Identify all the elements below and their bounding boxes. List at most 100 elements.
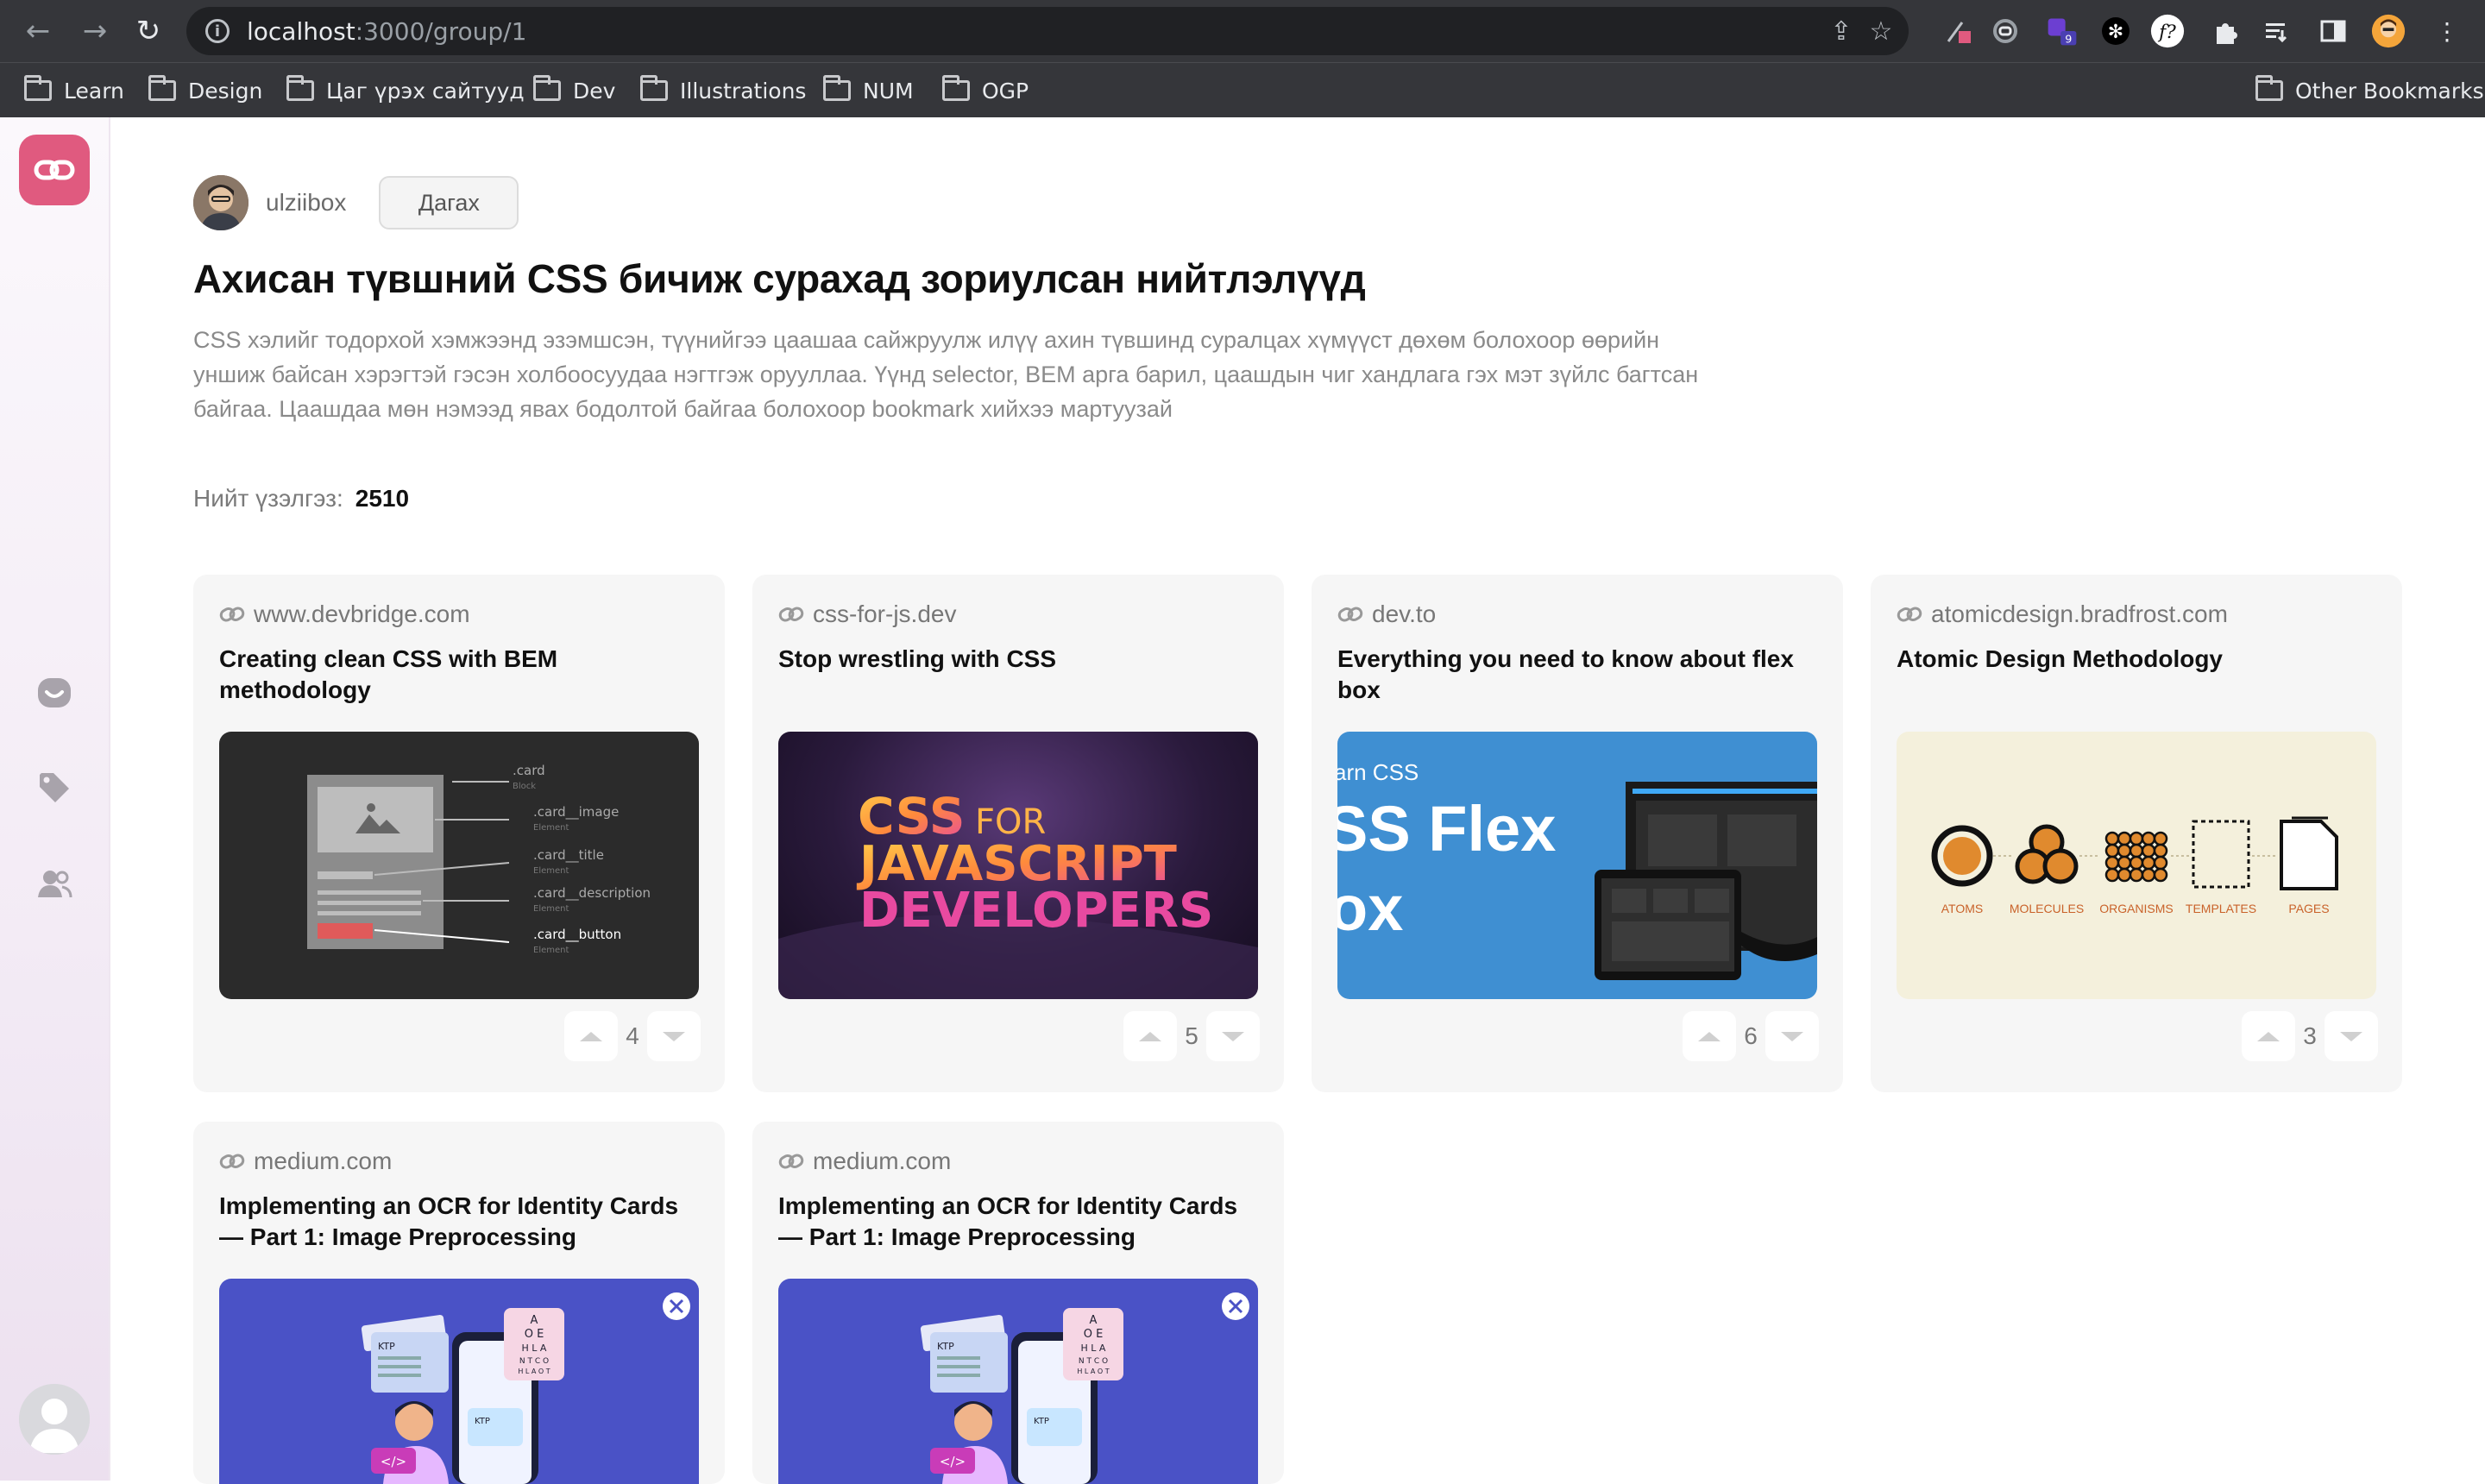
users-icon[interactable] [35, 865, 74, 904]
card-thumbnail[interactable]: KTP KTP A O E H L A N T C O H L A O T </… [219, 1279, 699, 1484]
chain-link-icon [34, 160, 75, 180]
thumb-text-box: ox [1337, 872, 1403, 944]
ocr-text-ktp: KTP [378, 1341, 395, 1352]
ocr-text-ktp-2: KTP [475, 1417, 490, 1426]
downvote-button[interactable] [1765, 1011, 1819, 1061]
owner-name[interactable]: ulziibox [266, 189, 346, 217]
address-url[interactable]: localhost:3000/group/1 [247, 17, 526, 46]
card-thumbnail[interactable]: ATOMS MOLECULES ORGANISMS TEMPLATES PAGE… [1897, 732, 2376, 999]
vote-controls: 5 [1123, 1011, 1260, 1061]
link-card[interactable]: medium.com Implementing an OCR for Ident… [193, 1122, 725, 1484]
card-domain[interactable]: atomicdesign.bradfrost.com [1897, 601, 2228, 628]
card-title[interactable]: Stop wrestling with CSS [778, 644, 1261, 675]
folder-icon [2255, 75, 2283, 101]
svg-text:✻: ✻ [2108, 22, 2123, 43]
bookmark-folder-ogp[interactable]: OGP [942, 75, 1029, 106]
card-thumbnail[interactable]: CSS FOR JAVASCRIPT DEVELOPERS [778, 732, 1258, 999]
link-card[interactable]: www.devbridge.com Creating clean CSS wit… [193, 575, 725, 1092]
font-extension-icon[interactable]: f? [2150, 14, 2185, 48]
upvote-button[interactable] [564, 1011, 618, 1061]
atomic-label-molecules: MOLECULES [2010, 902, 2084, 915]
tag-icon[interactable] [35, 768, 74, 808]
bem-sub-element: Element [533, 866, 569, 876]
arrow-up-icon [2257, 1031, 2280, 1041]
asterisk-extension-icon[interactable]: ✻ [2098, 14, 2133, 48]
bookmark-folder-num[interactable]: NUM [823, 75, 914, 106]
link-card[interactable]: css-for-js.dev Stop wrestling with CSS C… [752, 575, 1284, 1092]
card-title[interactable]: Everything you need to know about flex b… [1337, 644, 1821, 706]
vote-controls: 4 [564, 1011, 701, 1061]
link-icon [1897, 607, 1922, 622]
address-bar[interactable]: i localhost:3000/group/1 ⇪ ☆ [186, 7, 1909, 55]
bem-label-image: .card__image [533, 804, 619, 821]
owner-avatar[interactable] [193, 175, 248, 230]
bookmark-folder-dev[interactable]: Dev [533, 75, 615, 106]
site-info-icon[interactable]: i [205, 19, 230, 43]
bookmark-folder-design[interactable]: Design [148, 75, 262, 106]
puzzle-extensions-icon[interactable] [2209, 14, 2243, 48]
card-thumbnail[interactable]: KTP KTP A O E H L A N T C O H L A O T </… [778, 1279, 1258, 1484]
forward-icon[interactable]: → [76, 12, 114, 50]
default-avatar-icon [19, 1384, 90, 1455]
card-domain[interactable]: www.devbridge.com [219, 601, 470, 628]
link-card[interactable]: dev.to Everything you need to know about… [1312, 575, 1843, 1092]
card-domain[interactable]: dev.to [1337, 601, 1436, 628]
card-domain[interactable]: medium.com [778, 1148, 951, 1175]
eye-chart-line-2: O E [525, 1328, 544, 1341]
back-icon[interactable]: ← [19, 12, 57, 50]
card-thumbnail[interactable]: .card Block .card__image Element .card__… [219, 732, 699, 999]
thumb-text-css-flex: SS Flex [1337, 793, 1556, 865]
upvote-button[interactable] [2242, 1011, 2295, 1061]
link-extension-icon[interactable] [1988, 14, 2023, 48]
card-thumbnail[interactable]: arn CSS SS Flex ox [1337, 732, 1817, 999]
group-owner: ulziibox Дагах [193, 174, 519, 231]
shapes-extension-icon[interactable]: 9 [2045, 14, 2079, 48]
side-panel-icon[interactable] [2316, 14, 2350, 48]
reload-icon[interactable]: ↻ [129, 12, 167, 50]
ocr-text-ktp-2: KTP [1034, 1417, 1049, 1426]
bookmark-folder-learn[interactable]: Learn [24, 75, 124, 106]
bookmark-star-icon[interactable]: ☆ [1865, 16, 1897, 47]
card-title[interactable]: Implementing an OCR for Identity Cards —… [219, 1191, 702, 1253]
menu-kebab-icon[interactable]: ⋮ [2430, 14, 2464, 48]
bem-sub-block: Block [513, 782, 536, 791]
share-icon[interactable]: ⇪ [1826, 16, 1857, 47]
downvote-button[interactable] [647, 1011, 701, 1061]
bookmark-folder-illustrations[interactable]: Illustrations [640, 75, 806, 106]
bookmark-folder-time-waste[interactable]: Цаг үрэх сайтууд [286, 75, 525, 106]
link-card[interactable]: medium.com Implementing an OCR for Ident… [752, 1122, 1284, 1484]
card-title[interactable]: Implementing an OCR for Identity Cards —… [778, 1191, 1261, 1253]
link-card[interactable]: atomicdesign.bradfrost.com Atomic Design… [1871, 575, 2402, 1092]
follow-button[interactable]: Дагах [379, 176, 519, 230]
card-domain[interactable]: medium.com [219, 1148, 392, 1175]
arrow-up-icon [1698, 1031, 1721, 1041]
ocr-text-code: </> [381, 1454, 406, 1469]
folder-icon [24, 75, 52, 101]
eye-chart-line-2: O E [1084, 1328, 1104, 1341]
folder-icon [148, 75, 176, 101]
app-logo[interactable] [19, 135, 90, 205]
app-sidebar [0, 117, 110, 1481]
reading-list-icon[interactable] [2261, 14, 2295, 48]
downvote-button[interactable] [2325, 1011, 2378, 1061]
arrow-down-icon [2340, 1031, 2362, 1041]
atomic-label-templates: TEMPLATES [2186, 902, 2256, 915]
upvote-button[interactable] [1123, 1011, 1177, 1061]
ocr-text-code: </> [940, 1454, 966, 1469]
eye-chart-line-5: H L A O T [1077, 1368, 1109, 1375]
upvote-button[interactable] [1683, 1011, 1736, 1061]
card-domain[interactable]: css-for-js.dev [778, 601, 956, 628]
profile-avatar-icon[interactable] [2371, 14, 2406, 48]
bem-label-card: .card [513, 763, 545, 778]
downvote-button[interactable] [1206, 1011, 1260, 1061]
smile-icon[interactable] [35, 673, 74, 713]
user-avatar[interactable] [19, 1384, 90, 1455]
card-title[interactable]: Atomic Design Methodology [1897, 644, 2380, 675]
other-bookmarks[interactable]: Other Bookmarks [2255, 75, 2484, 106]
card-title[interactable]: Creating clean CSS with BEM methodology [219, 644, 702, 706]
arrow-down-icon [1781, 1031, 1803, 1041]
browser-toolbar: ← → ↻ i localhost:3000/group/1 ⇪ ☆ 9 ✻ f… [0, 0, 2485, 62]
arrow-down-icon [1222, 1031, 1244, 1041]
eye-chart-line-4: N T C O [519, 1357, 549, 1366]
eyedropper-extension-icon[interactable] [1941, 14, 1976, 48]
